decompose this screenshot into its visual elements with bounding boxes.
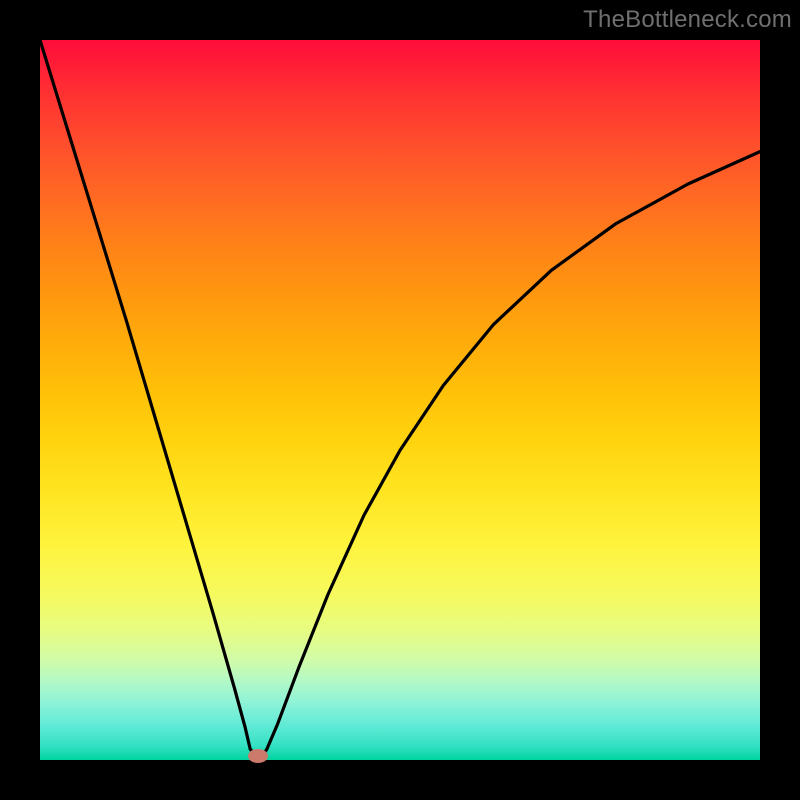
attribution-text: TheBottleneck.com (583, 6, 792, 34)
chart-frame: TheBottleneck.com (0, 0, 800, 800)
curve-path (40, 40, 760, 760)
bottleneck-curve (40, 40, 760, 760)
plot-area (40, 40, 760, 760)
optimal-point-marker (248, 749, 268, 763)
